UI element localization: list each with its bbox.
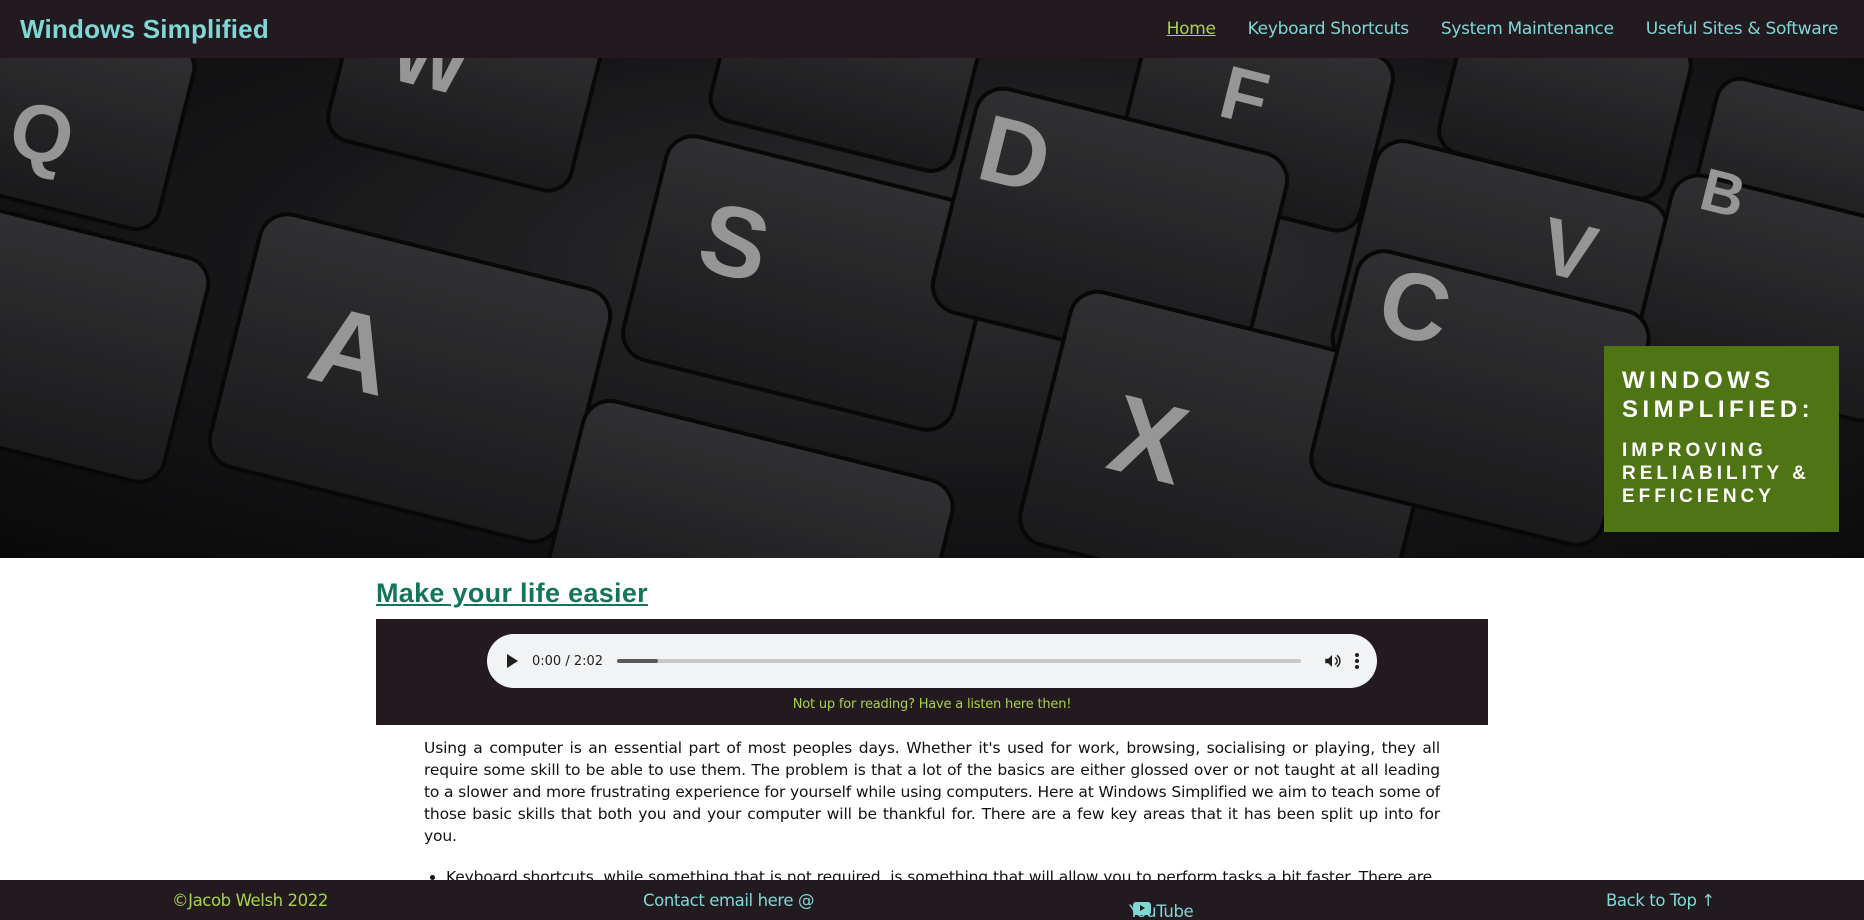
nav-home-link[interactable]: Home [1151,19,1232,39]
footer-contact-link[interactable]: Contact email here @ [643,891,815,910]
more-options-icon[interactable] [1355,653,1359,669]
audio-section: 0:00 / 2:02 Not up for reading? Have a l… [376,619,1488,725]
hero-banner: Q W A S D F C X V B WINDOWS SIMPLIFIED: … [0,58,1864,558]
top-navbar: Windows Simplified Home Keyboard Shortcu… [0,0,1864,58]
footer: ©Jacob Welsh 2022 Contact email here @ Y… [0,880,1864,920]
nav-system-maintenance-link[interactable]: System Maintenance [1425,19,1630,39]
audio-time: 0:00 / 2:02 [532,653,604,669]
keyboard-keys-photo: Q W A S D F C X V B [0,58,1864,558]
hero-badge-title: WINDOWS SIMPLIFIED: [1622,367,1815,423]
hero-title-badge: WINDOWS SIMPLIFIED: IMPROVING RELIABILIT… [1604,346,1839,532]
site-brand[interactable]: Windows Simplified [20,14,269,45]
footer-copyright: ©Jacob Welsh 2022 [172,891,328,910]
nav-useful-sites-link[interactable]: Useful Sites & Software [1630,19,1844,39]
back-to-top-link[interactable]: Back to Top ↑ [1606,891,1715,910]
play-icon[interactable] [507,654,518,668]
hero-badge-subtitle: IMPROVING RELIABILITY & EFFICIENCY [1622,440,1810,507]
audio-progress-fill [617,659,659,663]
section-title: Make your life easier [376,578,648,608]
nav-keyboard-shortcuts-link[interactable]: Keyboard Shortcuts [1232,19,1425,39]
intro-paragraph: Using a computer is an essential part of… [424,739,1440,845]
volume-icon[interactable] [1323,652,1341,670]
audio-progress-bar[interactable] [617,659,1301,663]
main-content: Make your life easier 0:00 / 2:02 Not up… [376,558,1488,910]
main-nav: Home Keyboard Shortcuts System Maintenan… [1151,19,1844,39]
audio-player[interactable]: 0:00 / 2:02 [487,634,1377,688]
audio-caption: Not up for reading? Have a listen here t… [792,697,1072,712]
youtube-icon [1133,902,1151,915]
